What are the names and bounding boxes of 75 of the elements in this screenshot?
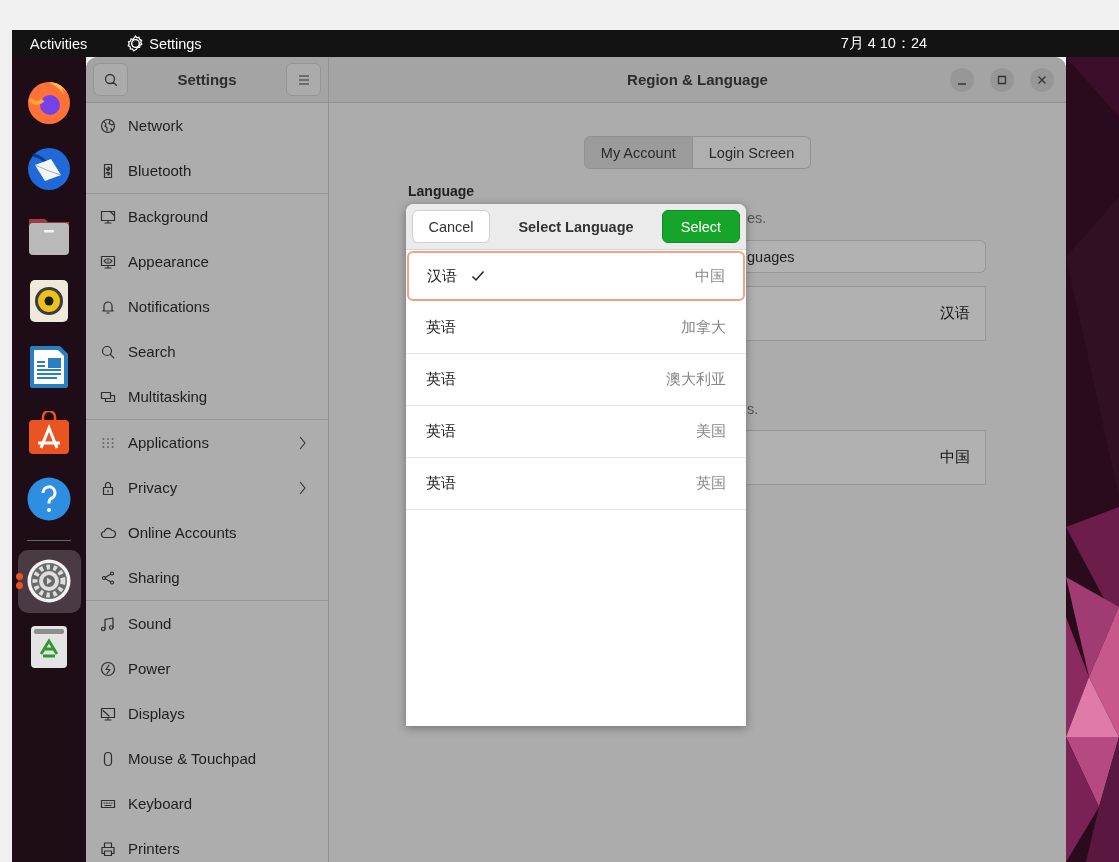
language-name: 英语	[426, 474, 456, 493]
gear-icon	[127, 35, 145, 52]
language-option[interactable]: 英语 英国	[406, 458, 746, 510]
language-option[interactable]: 汉语 中国	[407, 251, 745, 301]
mail-icon[interactable]	[27, 147, 71, 191]
clock[interactable]: 7月 4 10：24	[840, 34, 928, 53]
globe-icon	[100, 117, 116, 134]
language-name: 英语	[426, 370, 456, 389]
language-row[interactable]: 汉语	[746, 286, 986, 341]
tab[interactable]: My Account	[583, 136, 693, 169]
activities-button[interactable]: Activities	[30, 35, 88, 52]
region-name: 澳大利亚	[666, 370, 726, 389]
dialog-title: Select Language	[518, 218, 634, 235]
sidebar-item[interactable]: Sound	[86, 601, 328, 646]
minimize-icon	[958, 82, 966, 85]
sidebar-item[interactable]: Multitasking	[86, 374, 328, 419]
description-text: es.	[747, 210, 767, 226]
sidebar-item[interactable]: Privacy	[86, 465, 328, 510]
maximize-button[interactable]	[990, 68, 1014, 92]
sidebar-item[interactable]: Mouse & Touchpad	[86, 736, 328, 781]
sidebar-item[interactable]: Power	[86, 646, 328, 691]
language-name: 英语	[426, 318, 456, 337]
close-icon	[1037, 75, 1047, 85]
app-menu-button[interactable]: Settings	[127, 35, 202, 52]
running-indicator	[16, 573, 23, 589]
speaker-icon[interactable]	[27, 279, 71, 323]
section-heading: Language	[408, 183, 476, 199]
music-note-icon	[100, 615, 116, 632]
description-text: s.	[747, 401, 759, 417]
tab[interactable]: Login Screen	[692, 136, 812, 169]
window-title: Region & Language	[627, 71, 768, 88]
browser-icon[interactable]	[27, 81, 71, 125]
gear-icon[interactable]	[27, 559, 71, 603]
search-icon	[102, 71, 119, 88]
region-name: 美国	[696, 422, 726, 441]
monitor-icon	[100, 208, 116, 225]
sidebar-item[interactable]: Printers	[86, 826, 328, 862]
power-icon	[100, 660, 116, 677]
sidebar-item[interactable]: Keyboard	[86, 781, 328, 826]
formats-row[interactable]: 中国	[746, 430, 986, 485]
search-icon	[100, 343, 116, 360]
lock-icon	[100, 479, 116, 496]
sidebar-item[interactable]: Displays	[86, 691, 328, 736]
display-icon	[100, 705, 116, 722]
search-button[interactable]	[93, 63, 128, 96]
language-option[interactable]: 英语 澳大利亚	[406, 354, 746, 406]
shopping-bag-icon[interactable]	[27, 411, 71, 455]
sidebar-item[interactable]: Appearance	[86, 239, 328, 284]
sidebar-item[interactable]: Bluetooth	[86, 148, 328, 193]
region-name: 加拿大	[681, 318, 726, 337]
region-name: 英国	[696, 474, 726, 493]
languages-button[interactable]: guages	[746, 240, 986, 273]
language-name: 英语	[426, 422, 456, 441]
bell-icon	[100, 298, 116, 315]
language-option[interactable]: 英语 美国	[406, 406, 746, 458]
cancel-button[interactable]: Cancel	[412, 210, 490, 243]
sidebar-item[interactable]: Search	[86, 329, 328, 374]
monitor-eye-icon	[100, 253, 116, 270]
share-icon	[100, 569, 116, 586]
sidebar-item[interactable]: Sharing	[86, 555, 328, 600]
minimize-button[interactable]	[950, 68, 974, 92]
close-button[interactable]	[1030, 68, 1054, 92]
sidebar-item[interactable]: Applications	[86, 420, 328, 465]
language-name: 汉语	[427, 266, 457, 286]
sidebar-title: Settings	[177, 71, 237, 88]
sidebar-item[interactable]: Online Accounts	[86, 510, 328, 555]
region-name: 中国	[695, 266, 725, 286]
language-option[interactable]: 英语 加拿大	[406, 302, 746, 354]
printer-icon	[100, 840, 116, 857]
help-icon[interactable]	[27, 477, 71, 521]
sidebar-item[interactable]: Notifications	[86, 284, 328, 329]
sidebar-item[interactable]: Background	[86, 194, 328, 239]
maximize-icon	[997, 75, 1007, 85]
document-icon[interactable]	[27, 345, 71, 389]
sidebar-item[interactable]: Network	[86, 103, 328, 148]
